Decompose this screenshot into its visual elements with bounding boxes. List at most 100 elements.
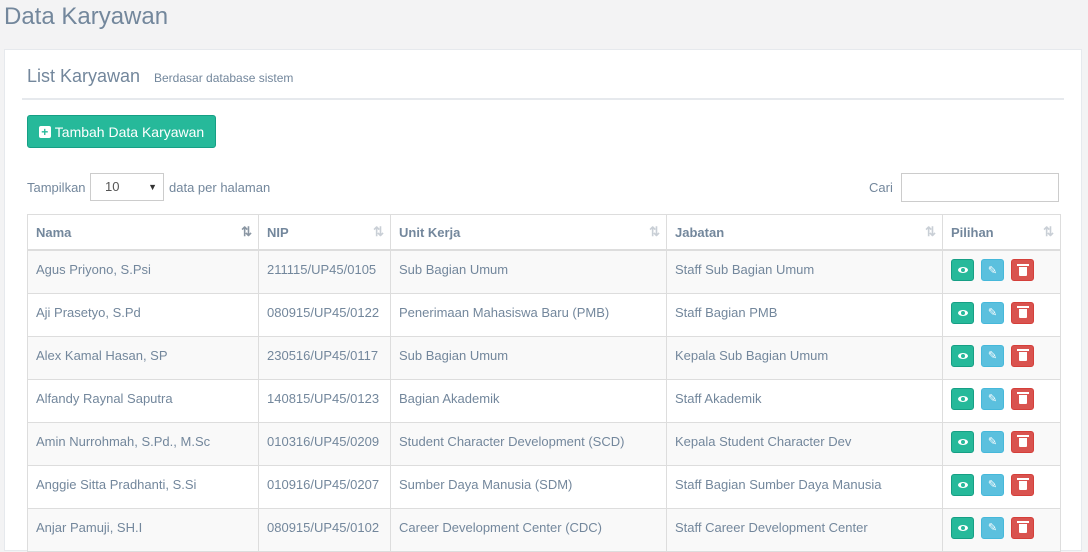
eye-icon (957, 524, 968, 531)
page-length-select[interactable]: 10 ▼ (90, 173, 164, 201)
cell-nip: 211115/UP45/0105 (258, 249, 391, 294)
trash-icon (1016, 392, 1029, 404)
page-length-value: 10 (105, 179, 120, 194)
cell-actions: ✎ (942, 335, 1061, 380)
view-button[interactable] (951, 387, 974, 410)
edit-button[interactable]: ✎ (981, 516, 1004, 539)
delete-button[interactable] (1011, 473, 1034, 496)
table-row: Anggie Sitta Pradhanti, S.Si 010916/UP45/… (27, 464, 1061, 509)
delete-button[interactable] (1011, 344, 1034, 367)
table-row: Amin Nurrohmah, S.Pd., M.Sc 010316/UP45/0… (27, 421, 1061, 466)
edit-button[interactable]: ✎ (981, 259, 1004, 281)
cell-unit-kerja: Sub Bagian Umum (390, 249, 667, 294)
delete-button[interactable] (1011, 387, 1034, 410)
pencil-icon: ✎ (987, 479, 998, 491)
cell-nip: 080915/UP45/0122 (258, 292, 391, 337)
column-header-unit-kerja[interactable]: Unit Kerja ⇅ (390, 214, 667, 251)
sort-icon: ⇅ (925, 224, 936, 239)
pencil-icon: ✎ (987, 393, 998, 405)
pencil-icon: ✎ (987, 350, 998, 362)
cell-nip: 010316/UP45/0209 (258, 421, 391, 466)
delete-button[interactable] (1011, 430, 1034, 453)
cell-nip: 080915/UP45/0102 (258, 507, 391, 552)
length-suffix-label: data per halaman (169, 180, 271, 195)
cell-actions: ✎ (942, 292, 1061, 337)
trash-icon (1016, 435, 1029, 447)
column-header-pilihan[interactable]: Pilihan ⇅ (942, 214, 1061, 251)
search-input[interactable] (901, 173, 1059, 202)
cell-jabatan: Staff Sub Bagian Umum (666, 249, 943, 294)
cell-actions: ✎ (942, 421, 1061, 466)
eye-icon (957, 395, 968, 402)
delete-button[interactable] (1011, 259, 1034, 281)
cell-unit-kerja: Career Development Center (CDC) (390, 507, 667, 552)
cell-actions: ✎ (942, 249, 1061, 294)
cell-jabatan: Staff Bagian PMB (666, 292, 943, 337)
trash-icon (1016, 306, 1029, 318)
edit-button[interactable]: ✎ (981, 301, 1004, 324)
eye-icon (957, 267, 968, 273)
cell-jabatan: Kepala Student Character Dev (666, 421, 943, 466)
cell-actions: ✎ (942, 464, 1061, 509)
cell-jabatan: Kepala Sub Bagian Umum (666, 335, 943, 380)
view-button[interactable] (951, 301, 974, 324)
edit-button[interactable]: ✎ (981, 473, 1004, 496)
eye-icon (957, 309, 968, 316)
cell-unit-kerja: Bagian Akademik (390, 378, 667, 423)
table-header-row: Nama ⇅ NIP ⇅ Unit Kerja ⇅ Jabatan ⇅ Pilihan ⇅ (27, 214, 1061, 251)
delete-button[interactable] (1011, 301, 1034, 324)
cell-jabatan: Staff Akademik (666, 378, 943, 423)
cell-nama: Agus Priyono, S.Psi (27, 249, 259, 294)
cell-nama: Amin Nurrohmah, S.Pd., M.Sc (27, 421, 259, 466)
column-header-jabatan[interactable]: Jabatan ⇅ (666, 214, 943, 251)
add-employee-label: Tambah Data Karyawan (54, 123, 205, 140)
view-button[interactable] (951, 259, 974, 281)
table-row: Aji Prasetyo, S.Pd 080915/UP45/0122 Peneri… (27, 292, 1061, 337)
caret-down-icon: ▼ (148, 182, 157, 192)
cell-nip: 140815/UP45/0123 (258, 378, 391, 423)
sort-icon: ⇅ (1043, 224, 1054, 239)
column-header-nip[interactable]: NIP ⇅ (258, 214, 391, 251)
panel-title: List Karyawan (27, 66, 141, 86)
trash-icon (1016, 263, 1029, 276)
length-prefix-label: Tampilkan (27, 180, 86, 195)
cell-nama: Aji Prasetyo, S.Pd (27, 292, 259, 337)
edit-button[interactable]: ✎ (981, 430, 1004, 453)
cell-nip: 230516/UP45/0117 (258, 335, 391, 380)
view-button[interactable] (951, 344, 974, 367)
trash-icon (1016, 349, 1029, 361)
cell-jabatan: Staff Bagian Sumber Daya Manusia (666, 464, 943, 509)
column-header-nama[interactable]: Nama ⇅ (27, 214, 259, 251)
add-employee-button[interactable]: + Tambah Data Karyawan (27, 115, 216, 148)
view-button[interactable] (951, 473, 974, 496)
page-title: Data Karyawan (4, 3, 169, 30)
cell-unit-kerja: Sub Bagian Umum (390, 335, 667, 380)
edit-button[interactable]: ✎ (981, 344, 1004, 367)
view-button[interactable] (951, 430, 974, 453)
cell-unit-kerja: Student Character Development (SCD) (390, 421, 667, 466)
edit-button[interactable]: ✎ (981, 387, 1004, 410)
table-body: Agus Priyono, S.Psi 211115/UP45/0105 Sub B… (27, 249, 1061, 552)
sort-icon: ⇅ (649, 224, 660, 239)
eye-icon (957, 481, 968, 488)
table-row: Anjar Pamuji, SH.I 080915/UP45/0102 Career… (27, 507, 1061, 552)
cell-nama: Alex Kamal Hasan, SP (27, 335, 259, 380)
view-button[interactable] (951, 516, 974, 539)
delete-button[interactable] (1011, 516, 1034, 539)
cell-unit-kerja: Penerimaan Mahasiswa Baru (PMB) (390, 292, 667, 337)
pencil-icon: ✎ (987, 436, 998, 448)
eye-icon (957, 352, 968, 359)
pencil-icon: ✎ (987, 307, 998, 319)
employee-panel: List Karyawan Berdasar database sistem +… (4, 49, 1082, 552)
pencil-icon: ✎ (987, 264, 998, 277)
trash-icon (1016, 478, 1029, 490)
cell-nip: 010916/UP45/0207 (258, 464, 391, 509)
panel-subtitle: Berdasar database sistem (154, 71, 294, 85)
cell-actions: ✎ (942, 507, 1061, 552)
table-row: Alex Kamal Hasan, SP 230516/UP45/0117 Sub … (27, 335, 1061, 380)
sort-icon: ⇅ (373, 224, 384, 239)
panel-header: List Karyawan Berdasar database sistem (22, 50, 1064, 100)
cell-nama: Anjar Pamuji, SH.I (27, 507, 259, 552)
cell-jabatan: Staff Career Development Center (666, 507, 943, 552)
employee-table: Nama ⇅ NIP ⇅ Unit Kerja ⇅ Jabatan ⇅ Pilihan ⇅… (27, 214, 1061, 552)
